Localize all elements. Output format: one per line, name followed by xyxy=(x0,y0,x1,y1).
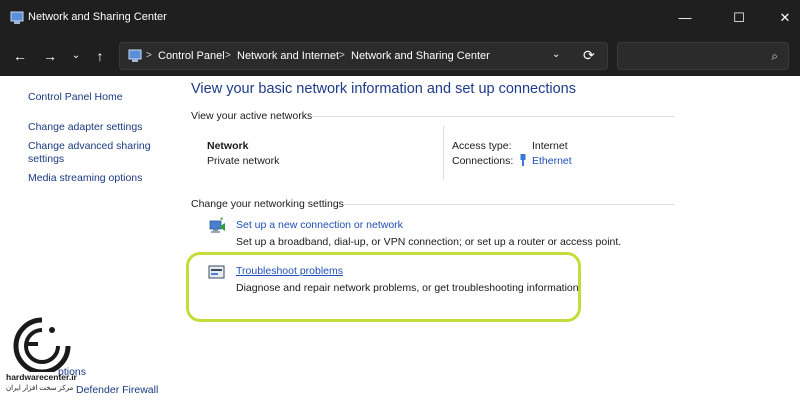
watermark-name: hardwarecenter.ir xyxy=(6,372,77,382)
access-type-value: Internet xyxy=(532,140,568,152)
change-settings-heading: Change your networking settings xyxy=(191,198,344,210)
change-advanced-sharing-link-line2[interactable]: settings xyxy=(28,153,64,166)
control-panel-home-link[interactable]: Control Panel Home xyxy=(28,91,123,104)
address-bar[interactable]: > Control Panel > Network and Internet >… xyxy=(119,42,608,70)
connections-label: Connections: xyxy=(452,155,514,167)
breadcrumb-separator: > xyxy=(339,50,345,61)
up-button[interactable]: ↑ xyxy=(88,44,112,68)
page-title: View your basic network information and … xyxy=(191,81,577,97)
media-streaming-options-link[interactable]: Media streaming options xyxy=(28,172,142,185)
control-panel-icon xyxy=(128,49,142,62)
ethernet-link[interactable]: Ethernet xyxy=(532,155,572,167)
active-networks-heading: View your active networks xyxy=(191,110,313,122)
new-connection-icon xyxy=(209,217,225,233)
minimize-button[interactable]: — xyxy=(662,0,708,36)
vertical-divider xyxy=(443,126,444,180)
forward-button[interactable]: → xyxy=(38,44,62,68)
network-center-icon xyxy=(10,11,24,24)
navigation-bar: ← → ⌄ ↑ > Control Panel > Network and In… xyxy=(0,36,800,76)
change-adapter-settings-link[interactable]: Change adapter settings xyxy=(28,121,142,134)
change-advanced-sharing-link[interactable]: Change advanced sharing xyxy=(28,140,151,153)
network-category: Private network xyxy=(207,155,280,167)
section-divider xyxy=(343,204,674,205)
ethernet-icon xyxy=(520,154,526,166)
sidebar-item-partial-firewall[interactable]: Defender Firewall xyxy=(76,384,158,396)
network-name: Network xyxy=(207,140,249,152)
search-input[interactable]: ⌕ xyxy=(617,42,789,70)
window-title: Network and Sharing Center xyxy=(28,11,167,23)
hardwarecenter-logo xyxy=(13,317,71,372)
breadcrumb-network-internet[interactable]: Network and Internet xyxy=(237,50,339,62)
refresh-icon[interactable]: ⟳ xyxy=(583,47,595,64)
setup-connection-description: Set up a broadband, dial-up, or VPN conn… xyxy=(236,236,622,248)
title-bar: Network and Sharing Center — ☐ ✕ xyxy=(0,0,800,36)
address-dropdown-icon[interactable]: ⌄ xyxy=(552,49,560,60)
watermark-subtitle: مرکز سخت افزار ایران xyxy=(6,385,74,392)
highlight-outline xyxy=(186,252,581,322)
search-icon: ⌕ xyxy=(771,49,778,63)
close-button[interactable]: ✕ xyxy=(762,0,800,36)
breadcrumb-control-panel[interactable]: Control Panel xyxy=(158,50,225,62)
back-button[interactable]: ← xyxy=(8,44,32,68)
setup-connection-link[interactable]: Set up a new connection or network xyxy=(236,219,403,231)
access-type-label: Access type: xyxy=(452,140,512,152)
maximize-button[interactable]: ☐ xyxy=(716,0,762,36)
section-divider xyxy=(311,116,674,117)
recent-locations-button[interactable]: ⌄ xyxy=(64,44,88,68)
breadcrumb-network-sharing-center[interactable]: Network and Sharing Center xyxy=(351,50,490,62)
breadcrumb-separator: > xyxy=(225,50,231,61)
breadcrumb-separator: > xyxy=(146,50,152,61)
